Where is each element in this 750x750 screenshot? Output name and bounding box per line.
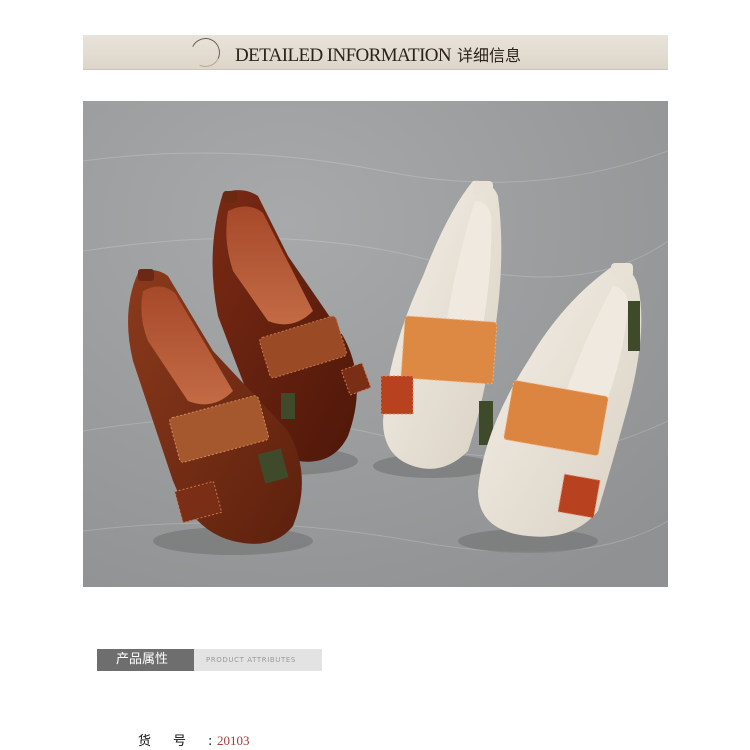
item-number-label-text: 货号 <box>138 734 209 749</box>
section-banner: DETAILED INFORMATION 详细信息 <box>83 33 668 72</box>
section-title-en: DETAILED INFORMATION <box>235 45 452 66</box>
section-title: DETAILED INFORMATION 详细信息 <box>235 42 521 67</box>
product-attributes-title-en: PRODUCT ATTRIBUTES <box>194 649 322 671</box>
product-photo <box>83 101 668 587</box>
section-title-cn: 详细信息 <box>457 46 522 65</box>
shoes-illustration <box>83 101 668 587</box>
item-number-colon: : <box>208 734 213 749</box>
item-number-value: 20103 <box>217 733 250 748</box>
product-attributes-title-cn: 产品属性 <box>97 649 194 671</box>
item-number-label: 货号: <box>138 730 212 749</box>
product-attributes-header: 产品属性 PRODUCT ATTRIBUTES <box>97 649 322 671</box>
circle-ornament-icon <box>186 33 225 72</box>
